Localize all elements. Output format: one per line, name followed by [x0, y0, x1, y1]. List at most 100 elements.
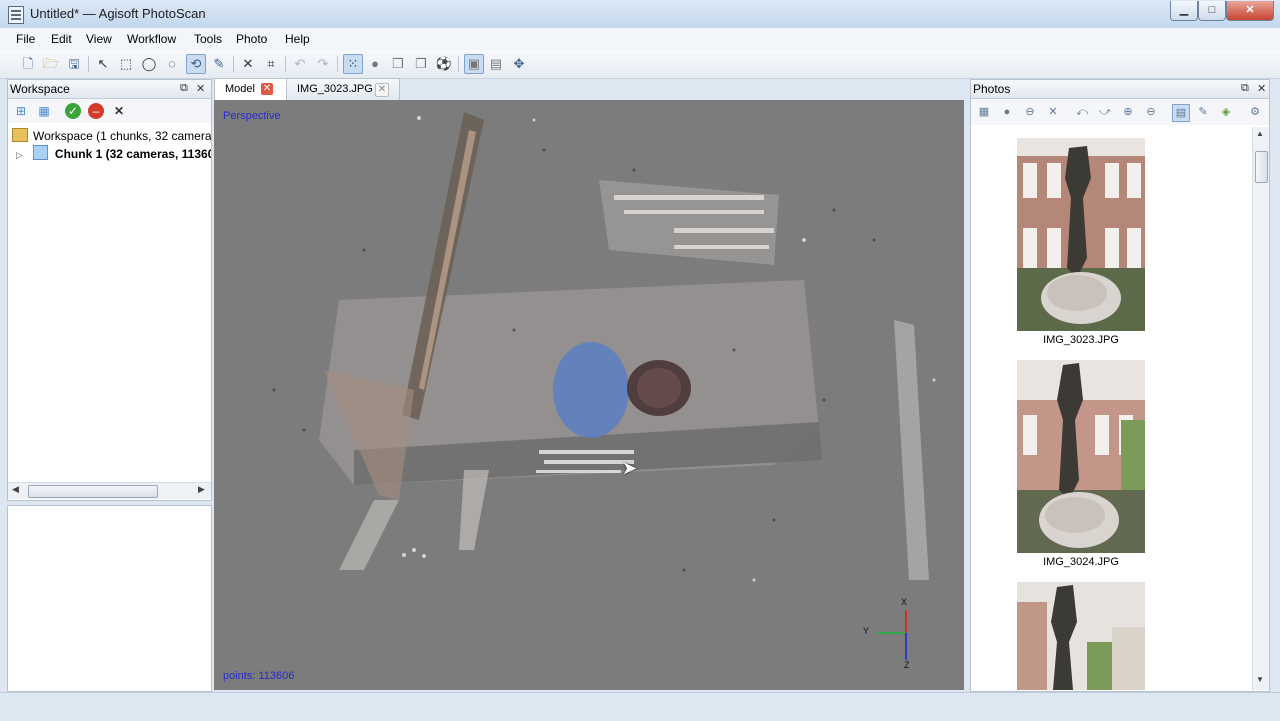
maximize-button[interactable]: □	[1198, 1, 1226, 21]
new-file-icon[interactable]: 🗋	[18, 54, 38, 74]
toolbar-separator	[88, 56, 89, 72]
menu-workflow[interactable]: Workflow	[127, 32, 176, 46]
show-images-icon[interactable]: ▤	[1172, 104, 1190, 122]
add-photos-icon[interactable]: ▦	[976, 104, 992, 120]
rotate-object-icon[interactable]: ✎	[209, 54, 229, 74]
photo-thumbnail[interactable]: IMG_3024.JPG	[1017, 360, 1145, 572]
rotate-right-icon[interactable]: ⤻	[1097, 104, 1113, 120]
float-icon[interactable]: ⧉	[1241, 82, 1249, 95]
axis-y-label: Y	[863, 626, 870, 636]
point-cloud-render	[272, 112, 936, 660]
photo-image	[1017, 360, 1145, 553]
app-icon	[8, 6, 24, 24]
show-region-icon[interactable]: ▤	[486, 54, 506, 74]
tab-model-label: Model	[225, 83, 255, 95]
disable-icon[interactable]: –	[88, 103, 104, 119]
axis-z-label: Z	[904, 660, 910, 670]
remove-icon[interactable]: ✕	[111, 103, 127, 119]
window-title: Untitled* — Agisoft PhotoScan	[30, 6, 206, 21]
photo-caption: IMG_3023.JPG	[1043, 334, 1119, 346]
toolbar-separator	[337, 56, 338, 72]
projection-label: Perspective	[223, 110, 281, 122]
rotate-left-icon[interactable]: ⤺	[1074, 104, 1090, 120]
close-tab-icon[interactable]: ✕	[261, 83, 273, 95]
workspace-toolbar: ⊞ ▦ ✓ – ✕	[8, 99, 211, 123]
expand-chevron-icon[interactable]: ▷	[16, 150, 23, 160]
show-masks-icon[interactable]: ✎	[1195, 104, 1211, 120]
scroll-up-icon[interactable]: ▲	[1256, 129, 1264, 138]
crop-selection-icon[interactable]: ⌗	[261, 54, 281, 74]
photo-thumbnail[interactable]: IMG_3023.JPG	[1017, 138, 1145, 350]
enable-photo-icon[interactable]: ●	[999, 104, 1015, 120]
add-photos-icon[interactable]: ▦	[36, 103, 52, 119]
photos-title: Photos	[973, 82, 1011, 96]
close-icon[interactable]: ✕	[196, 82, 205, 95]
menu-help[interactable]: Help	[285, 32, 310, 46]
menu-tools[interactable]: Tools	[194, 32, 222, 46]
toolbar-separator	[285, 56, 286, 72]
menu-edit[interactable]: Edit	[51, 32, 72, 46]
workspace-root-row[interactable]: Workspace (1 chunks, 32 cameras)	[12, 127, 211, 145]
pointer-icon[interactable]: ↖	[93, 54, 113, 74]
photo-image	[1017, 582, 1145, 690]
show-cameras-icon[interactable]: ▣	[464, 54, 484, 74]
close-icon[interactable]: ✕	[1257, 82, 1266, 95]
remove-photo-icon[interactable]: ✕	[1045, 104, 1061, 120]
menu-bar: File Edit View Workflow Tools Photo Help	[0, 28, 1280, 50]
toolbar-separator	[233, 56, 234, 72]
photos-header: Photos ⧉ ✕	[971, 80, 1269, 99]
wireframe-model-icon[interactable]: ❐	[411, 54, 431, 74]
undo-icon[interactable]: ↶	[290, 54, 310, 74]
photos-toolbar: ▦ ● ⊖ ✕ ⤺ ⤻ ⊕ ⊖ ▤ ✎ ◈ ⚙	[971, 99, 1269, 125]
close-tab-icon[interactable]: ✕	[375, 83, 389, 97]
scrollbar-thumb[interactable]	[28, 485, 158, 498]
delete-selection-icon[interactable]: ✕	[238, 54, 258, 74]
tab-img-label: IMG_3023.JPG	[297, 83, 373, 95]
workspace-panel: Workspace ⧉ ✕ ⊞ ▦ ✓ – ✕ Workspace (1 chu…	[7, 79, 212, 501]
rectangle-selection-icon[interactable]: ⬚	[116, 54, 136, 74]
main-toolbar: 🗋 🗁 🖫 ↖ ⬚ ◯ ◌ ⟲ ✎ ✕ ⌗ ↶ ↷ ⁙ ● ❒ ❐ ⚽ ▣ ▤ …	[0, 50, 1280, 79]
model-viewport[interactable]: Perspective points: 113606 X Y Z ➤	[214, 100, 964, 690]
title-bar: Untitled* — Agisoft PhotoScan ▁ □ ✕	[0, 0, 1280, 29]
disable-photo-icon[interactable]: ⊖	[1022, 104, 1038, 120]
workspace-title: Workspace	[10, 82, 70, 96]
workspace-root-icon	[12, 128, 28, 142]
chunk-icon	[32, 145, 48, 160]
float-icon[interactable]: ⧉	[180, 82, 188, 95]
enable-icon[interactable]: ✓	[65, 103, 81, 119]
open-folder-icon[interactable]: 🗁	[41, 54, 61, 74]
menu-file[interactable]: File	[16, 32, 35, 46]
scroll-down-icon[interactable]: ▼	[1256, 675, 1264, 684]
menu-photo[interactable]: Photo	[236, 32, 267, 46]
save-icon[interactable]: 🖫	[64, 54, 84, 74]
free-form-selection-icon[interactable]: ◌	[162, 54, 182, 74]
tab-img-3023[interactable]: IMG_3023.JPG ✕	[286, 78, 400, 100]
chunk-label: Chunk 1 (32 cameras, 113606 points)	[54, 147, 211, 161]
chunk-row[interactable]: ▷ Chunk 1 (32 cameras, 113606 points)	[16, 145, 211, 163]
scroll-left-icon[interactable]: ◀	[12, 484, 19, 495]
view-mode-icon[interactable]: ⚙	[1247, 104, 1263, 120]
solid-model-icon[interactable]: ❒	[388, 54, 408, 74]
redo-icon[interactable]: ↷	[313, 54, 333, 74]
zoom-in-icon[interactable]: ⊕	[1120, 104, 1136, 120]
navigation-icon[interactable]: ⟲	[186, 54, 206, 74]
zoom-out-icon[interactable]: ⊖	[1143, 104, 1159, 120]
point-cloud-icon[interactable]: ⁙	[343, 54, 363, 74]
workspace-horizontal-scrollbar[interactable]: ◀ ▶	[8, 482, 211, 499]
circle-selection-icon[interactable]: ◯	[139, 54, 159, 74]
document-tabs: Model ✕ IMG_3023.JPG ✕	[214, 78, 964, 100]
scroll-right-icon[interactable]: ▶	[198, 484, 205, 495]
shaded-model-icon[interactable]: ●	[365, 54, 385, 74]
minimize-button[interactable]: ▁	[1170, 1, 1198, 21]
photo-thumbnail[interactable]	[1017, 582, 1145, 690]
show-markers-icon[interactable]: ◈	[1218, 104, 1234, 120]
textured-model-icon[interactable]: ⚽	[434, 54, 454, 74]
menu-view[interactable]: View	[86, 32, 112, 46]
scrollbar-thumb[interactable]	[1255, 151, 1268, 183]
photo-caption: IMG_3024.JPG	[1043, 556, 1119, 568]
tab-model[interactable]: Model ✕	[214, 78, 288, 100]
photos-vertical-scrollbar[interactable]: ▲ ▼	[1252, 127, 1269, 690]
close-window-button[interactable]: ✕	[1226, 1, 1274, 21]
reset-view-icon[interactable]: ✥	[509, 54, 529, 74]
add-chunk-icon[interactable]: ⊞	[13, 103, 29, 119]
